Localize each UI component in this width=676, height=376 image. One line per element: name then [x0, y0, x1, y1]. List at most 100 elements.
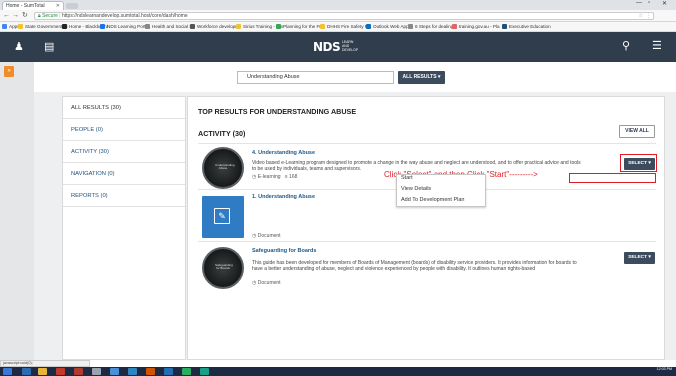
taskbar-excel-icon[interactable]	[182, 368, 191, 375]
screen: Home - SumTotal ✕ — ▫ ✕ ← → ↻ 🔒︎ Secure …	[0, 0, 676, 376]
bookmark-label: Executive Education	[509, 24, 551, 29]
new-tab-button[interactable]	[66, 3, 78, 9]
filter-all-results[interactable]: ALL RESULTS (30)	[63, 97, 185, 119]
bookmark-item[interactable]: DHHS Fire Safety Ri	[320, 24, 369, 29]
minimize-icon[interactable]: —	[636, 0, 642, 6]
taskbar-chrome-icon[interactable]	[146, 368, 155, 375]
bookmark-icon	[62, 24, 67, 29]
view-all-button[interactable]: VIEW ALL	[619, 125, 655, 138]
document-type-icon: ◷	[252, 233, 257, 239]
windows-taskbar: 12:03 PM	[0, 367, 676, 376]
bookmark-item[interactable]: State Government Vi	[18, 24, 68, 29]
document-type-icon: ◷	[252, 280, 257, 286]
bookmark-item[interactable]: Apps	[2, 24, 19, 29]
bookmark-icon	[190, 24, 195, 29]
list-menu-icon[interactable]: ☰	[652, 39, 662, 52]
bookmark-item[interactable]: Executive Education	[502, 24, 551, 29]
result-meta: ◷ Document	[252, 280, 281, 286]
user-icon[interactable]: ♟	[14, 40, 24, 53]
browser-tab-title: Home - SumTotal	[6, 3, 45, 9]
taskbar-app-icon[interactable]	[200, 368, 209, 375]
bookmark-item[interactable]: Workforce developm	[190, 24, 239, 29]
back-icon[interactable]: ←	[3, 12, 10, 19]
expand-icon[interactable]: »	[4, 66, 14, 77]
secure-label: Secure	[42, 13, 58, 19]
start-icon[interactable]	[3, 368, 12, 375]
lock-icon: 🔒︎	[38, 13, 41, 19]
url-text: https://ndslearnandevelop.sumtotal.host/…	[62, 13, 188, 19]
search-icon[interactable]: ⚲	[622, 39, 630, 52]
bookmark-label: DHHS Fire Safety Ri	[327, 24, 370, 29]
menu-item-add-to-development-plan[interactable]: Add To Development Plan	[401, 197, 465, 203]
activity-heading: ACTIVITY (30)	[198, 129, 246, 138]
filter-reports[interactable]: REPORTS (0)	[63, 185, 185, 207]
bookmark-icon	[408, 24, 413, 29]
bookmark-item[interactable]: Planning for the Fut	[276, 24, 323, 29]
filter-navigation[interactable]: NAVIGATION (0)	[63, 163, 185, 185]
filter-people[interactable]: PEOPLE (0)	[63, 119, 185, 141]
bookmark-icon	[502, 24, 507, 29]
all-results-dropdown[interactable]: ALL RESULTS ▾	[398, 71, 445, 84]
library-icon[interactable]: ▤	[44, 40, 54, 53]
taskbar-folder-icon[interactable]	[38, 368, 47, 375]
site-header: ♟ ▤ NDS LEARN AND DEVELOP ⚲ ☰	[0, 32, 676, 62]
result-title[interactable]: 4. Understanding Abuse	[252, 150, 315, 156]
logo-subtext: LEARN AND DEVELOP	[342, 40, 359, 52]
bookmark-item[interactable]: NDS Learning Portal	[100, 24, 149, 29]
bookmark-label: 8 Steps for dealing	[415, 24, 454, 29]
close-tab-icon[interactable]: ✕	[56, 3, 60, 9]
document-thumbnail[interactable]: ✎	[202, 196, 244, 238]
search-input[interactable]: Understanding Abuse	[237, 71, 394, 84]
result-meta: ◷ E-learning ≡ 168	[252, 174, 298, 180]
result-extra: ≡ 168	[284, 174, 298, 180]
taskbar-clock: 12:03 PM	[656, 367, 672, 371]
filter-activity[interactable]: ACTIVITY (30)	[63, 141, 185, 163]
browser-titlebar: Home - SumTotal ✕ — ▫ ✕	[0, 0, 676, 10]
maximize-icon[interactable]: ▫	[648, 0, 650, 6]
status-url: javascript:void(0);	[0, 360, 90, 367]
taskbar-app-icon[interactable]	[56, 368, 65, 375]
elearning-icon: ◷	[252, 174, 257, 180]
bookmark-item[interactable]: Health and Social Se	[145, 24, 195, 29]
taskbar-ie-icon[interactable]	[22, 368, 31, 375]
bookmark-icon	[236, 24, 241, 29]
bookmark-icon	[276, 24, 281, 29]
result-title[interactable]: 1. Understanding Abuse	[252, 194, 315, 200]
activity-thumbnail[interactable]: Understanding Abuse	[202, 147, 244, 189]
taskbar-app-icon[interactable]	[128, 368, 137, 375]
bookmark-icon	[366, 24, 371, 29]
bookmark-item[interactable]: Outlook Web App	[366, 24, 409, 29]
bookmark-label: Planning for the Fut	[283, 24, 324, 29]
taskbar-word-icon[interactable]	[164, 368, 173, 375]
bookmark-label: Workforce developm	[197, 24, 240, 29]
bookmark-label: training.gov.au - Pla	[459, 24, 500, 29]
bookmark-label: Outlook Web App	[373, 24, 409, 29]
results-panel: TOP RESULTS FOR UNDERSTANDING ABUSE ACTI…	[187, 96, 665, 360]
bookmark-icon	[145, 24, 150, 29]
browser-tab[interactable]: Home - SumTotal ✕	[2, 1, 64, 10]
close-window-icon[interactable]: ✕	[662, 0, 667, 7]
bookmark-item[interactable]: training.gov.au - Pla	[452, 24, 500, 29]
taskbar-pdf-icon[interactable]	[74, 368, 83, 375]
star-icon[interactable]: ☆	[639, 13, 643, 19]
taskbar-app-icon[interactable]	[110, 368, 119, 375]
menu-item-view-details[interactable]: View Details	[401, 186, 431, 192]
bookmark-label: NDS Learning Portal	[107, 24, 150, 29]
taskbar-app-icon[interactable]	[92, 368, 101, 375]
browser-menu-icon[interactable]: ⋮	[646, 13, 651, 19]
result-meta: ◷ Document	[252, 233, 281, 239]
select-button[interactable]: SELECT ▾	[624, 252, 655, 264]
reload-icon[interactable]: ↻	[22, 12, 28, 19]
activity-thumbnail[interactable]: Safeguarding for Boards	[202, 247, 244, 289]
bookmark-icon	[100, 24, 105, 29]
menu-item-start[interactable]: Start	[401, 175, 413, 181]
bookmark-icon	[320, 24, 325, 29]
result-title[interactable]: Safeguarding for Boards	[252, 248, 316, 254]
bookmark-icon	[18, 24, 23, 29]
result-card: Safeguarding for Boards Safeguarding for…	[198, 241, 656, 293]
bookmark-item[interactable]: 8 Steps for dealing	[408, 24, 453, 29]
address-bar[interactable]: 🔒︎ Secure | https://ndslearnandevelop.su…	[34, 12, 654, 20]
bookmark-icon	[2, 24, 7, 29]
forward-icon[interactable]: →	[12, 12, 19, 19]
result-filters: ALL RESULTS (30) PEOPLE (0) ACTIVITY (30…	[62, 96, 186, 360]
